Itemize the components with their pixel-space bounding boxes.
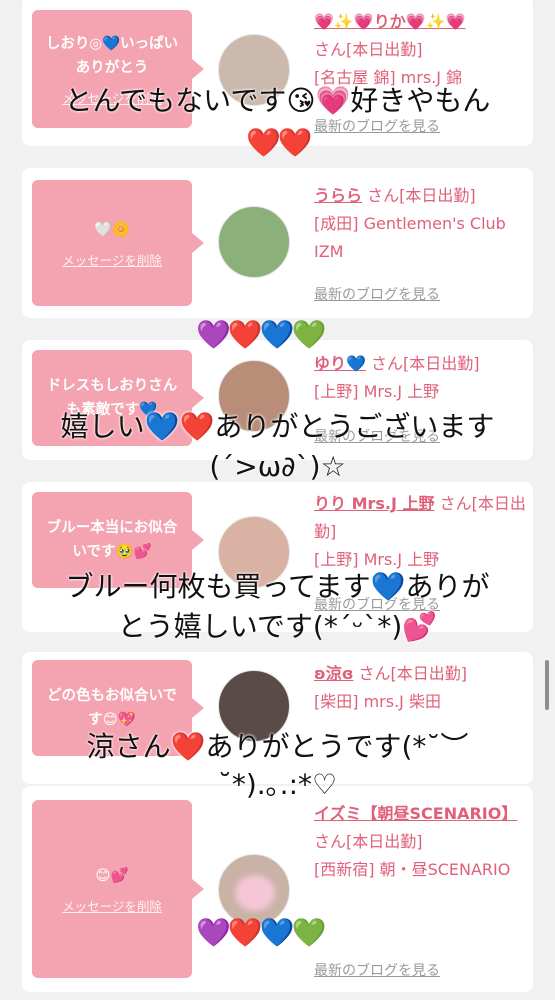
- sender-status: さん[本日出勤]: [371, 354, 480, 373]
- avatar[interactable]: [218, 516, 290, 588]
- sender-status: さん[本日出勤]: [314, 40, 423, 59]
- message-text: ドレスもしおりさんも素敵です💙: [46, 378, 178, 418]
- latest-blog-link[interactable]: 最新のブログを見る: [314, 116, 440, 136]
- message-card: 😊💕 メッセージを削除 イズミ【朝昼SCENARIO】 さん[本日出勤] [西新…: [22, 786, 533, 992]
- overlay-hearts: 💜❤️💙💚: [196, 916, 326, 949]
- delete-message-link[interactable]: メッセージを削除: [62, 896, 162, 915]
- scrollbar[interactable]: [545, 660, 549, 710]
- avatar[interactable]: [218, 360, 290, 432]
- overlay-hearts: ❤️❤️: [246, 126, 313, 159]
- latest-blog-link[interactable]: 最新のブログを見る: [314, 426, 440, 446]
- sender-shop: [上野] Mrs.J 上野: [314, 550, 440, 569]
- sender-name-link[interactable]: イズミ【朝昼SCENARIO】: [314, 804, 517, 823]
- sender-shop: [上野] Mrs.J 上野: [314, 382, 440, 401]
- delete-message-link[interactable]: メッセージを削除: [62, 250, 162, 269]
- message-text: ブルー本当にお似合いです🥹💕: [46, 520, 178, 560]
- message-feed: しおり◎💙いっぱいありがとう メッセージを削除 💗✨💗りか💗✨💗 さん[本日出勤…: [0, 0, 555, 1000]
- sender-status: さん[本日出勤]: [314, 832, 423, 851]
- sender-info: イズミ【朝昼SCENARIO】 さん[本日出勤] [西新宿] 朝・昼SCENAR…: [314, 800, 526, 884]
- avatar[interactable]: [218, 670, 290, 742]
- latest-blog-link[interactable]: 最新のブログを見る: [314, 594, 440, 614]
- message-bubble: 😊💕 メッセージを削除: [32, 800, 204, 978]
- message-bubble: 🤍🌼 メッセージを削除: [32, 180, 204, 306]
- sender-name-link[interactable]: うらら: [314, 186, 362, 205]
- sender-shop: [成田] Gentlemen's Club IZM: [314, 214, 506, 261]
- sender-info: ゆり💙 さん[本日出勤] [上野] Mrs.J 上野: [314, 350, 526, 406]
- sender-name-link[interactable]: ʚ涼ɞ: [314, 664, 353, 683]
- sender-shop: [西新宿] 朝・昼SCENARIO: [314, 860, 511, 879]
- sender-info: ʚ涼ɞ さん[本日出勤] [柴田] mrs.J 柴田: [314, 660, 526, 716]
- sender-name-link[interactable]: ゆり💙: [314, 354, 366, 373]
- sender-status: さん[本日出勤]: [358, 664, 468, 683]
- message-bubble: どの色もお似合いです😊💖: [32, 660, 204, 756]
- overlay-hearts: 💜❤️💙💚: [196, 318, 326, 351]
- message-card: ブルー本当にお似合いです🥹💕 りり Mrs.J 上野 さん[本日出勤] [上野]…: [22, 482, 533, 632]
- message-text: しおり◎💙いっぱいありがとう: [45, 35, 179, 76]
- message-bubble: ドレスもしおりさんも素敵です💙: [32, 350, 204, 446]
- sender-name-link[interactable]: 💗✨💗りか💗✨💗: [314, 12, 466, 31]
- message-text: どの色もお似合いです😊💖: [46, 688, 178, 728]
- delete-message-link[interactable]: メッセージを削除: [62, 88, 162, 107]
- sender-info: 💗✨💗りか💗✨💗 さん[本日出勤] [名古屋 錦] mrs.J 錦: [314, 8, 526, 92]
- message-card: しおり◎💙いっぱいありがとう メッセージを削除 💗✨💗りか💗✨💗 さん[本日出勤…: [22, 0, 533, 146]
- latest-blog-link[interactable]: 最新のブログを見る: [314, 960, 440, 980]
- message-bubble: ブルー本当にお似合いです🥹💕: [32, 492, 204, 588]
- message-card: どの色もお似合いです😊💖 ʚ涼ɞ さん[本日出勤] [柴田] mrs.J 柴田: [22, 652, 533, 784]
- sender-name-link[interactable]: りり Mrs.J 上野: [314, 494, 435, 513]
- message-card: ドレスもしおりさんも素敵です💙 ゆり💙 さん[本日出勤] [上野] Mrs.J …: [22, 340, 533, 460]
- message-bubble: しおり◎💙いっぱいありがとう メッセージを削除: [32, 10, 204, 128]
- avatar[interactable]: [218, 206, 290, 278]
- avatar[interactable]: [218, 34, 290, 106]
- sender-shop: [名古屋 錦] mrs.J 錦: [314, 68, 463, 87]
- sender-info: うらら さん[本日出勤] [成田] Gentlemen's Club IZM: [314, 182, 526, 266]
- sender-info: りり Mrs.J 上野 さん[本日出勤] [上野] Mrs.J 上野: [314, 490, 526, 574]
- latest-blog-link[interactable]: 最新のブログを見る: [314, 284, 440, 304]
- message-text: 😊💕: [95, 867, 129, 884]
- blurred-face: [235, 875, 275, 911]
- sender-shop: [柴田] mrs.J 柴田: [314, 692, 441, 711]
- message-card: 🤍🌼 メッセージを削除 うらら さん[本日出勤] [成田] Gentlemen'…: [22, 168, 533, 318]
- message-text: 🤍🌼: [93, 221, 131, 238]
- sender-status: さん[本日出勤]: [367, 186, 476, 205]
